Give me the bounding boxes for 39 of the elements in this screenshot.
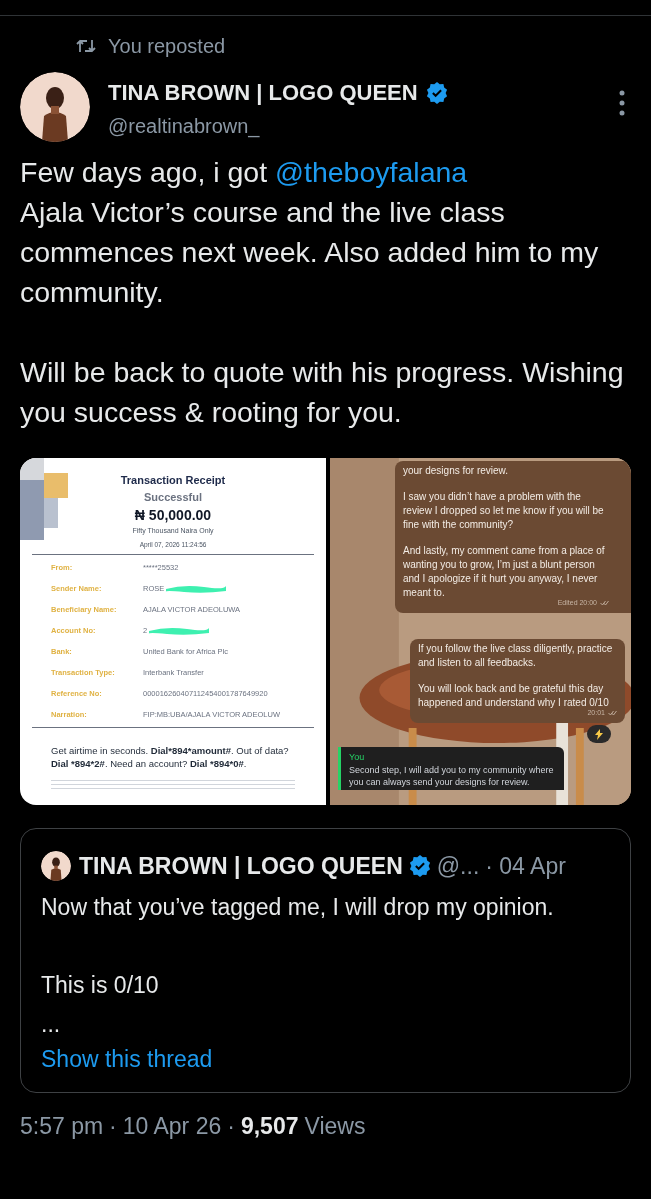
repost-label: You reposted: [108, 34, 226, 59]
tweet-text: Ajala Victor’s course and the live class commences next week. Also added him to my community.: [20, 196, 599, 308]
receipt-status: Successful: [143, 489, 203, 505]
message-text: You will look back and be grateful this day happened and understand why I rated 0/10: [418, 682, 610, 710]
views-label: Views: [304, 1111, 366, 1141]
receipt-image[interactable]: [20, 458, 326, 805]
quoted-text: This is 0/10: [41, 970, 160, 1000]
author-handle[interactable]: @realtinabrown_: [108, 111, 601, 141]
quoted-text: ...: [41, 1009, 62, 1039]
receipt-title: Transaction Receipt: [120, 473, 226, 488]
message-text: I saw you didn’t have a problem with the review I dropped so let me know if you will be fine with the community?: [403, 490, 605, 532]
views-count: 9,507: [240, 1111, 299, 1141]
separator-dot: ·: [109, 1111, 117, 1141]
read-ticks-icon: [608, 710, 617, 716]
reply-sender: You: [349, 751, 366, 763]
post-date: 10 Apr 26: [122, 1111, 222, 1141]
promo-text: Get airtime in seconds. Dial*894*amount#. Out of data? Dial *894*2#. Need an account? Dial *894*0#.: [50, 744, 290, 771]
avatar[interactable]: [41, 851, 71, 882]
read-ticks-icon: [600, 600, 609, 606]
author-handle: @...: [436, 852, 480, 881]
post-date: · 04 Apr: [485, 852, 566, 881]
separator-dot: ·: [227, 1111, 235, 1141]
avatar[interactable]: [20, 72, 90, 142]
message-text: your designs for review.: [403, 464, 510, 478]
repost-icon: [76, 38, 96, 54]
quoted-text: Now that you’ve tagged me, I will drop my opinion.: [41, 892, 555, 922]
tweet-text: Will be back to quote with his progress. Wishing you success & rooting for you.: [20, 356, 624, 428]
tweet-text: Few days ago, i got: [20, 156, 269, 188]
show-thread-link[interactable]: Show this thread: [41, 1043, 213, 1074]
post-time: 5:57 pm: [20, 1111, 104, 1141]
quoted-post-card[interactable]: TINA BROWN | LOGO QUEEN @... · 04 Apr Now that you’ve tagged me, I will drop my opinion. This is 0/10 ... Show this thread: [20, 828, 631, 1093]
message-text: If you follow the live class diligently, practice and listen to all feedbacks.: [418, 642, 614, 670]
reply-text: Second step, I will add you to my community where you can always send your designs for review.: [349, 764, 555, 788]
author-name[interactable]: TINA BROWN | LOGO QUEEN: [108, 76, 418, 109]
author-name: TINA BROWN | LOGO QUEEN: [79, 852, 403, 881]
message-text: And lastly, my comment came from a place of wanting you to grow, I’m just a blunt person and I apologize if it hurt you anyway, I never meant to.: [403, 544, 606, 600]
mention-link[interactable]: @theboyfalana: [275, 156, 468, 188]
receipt-amount: ₦ 50,000.00: [134, 506, 212, 525]
more-icon[interactable]: [619, 90, 625, 116]
